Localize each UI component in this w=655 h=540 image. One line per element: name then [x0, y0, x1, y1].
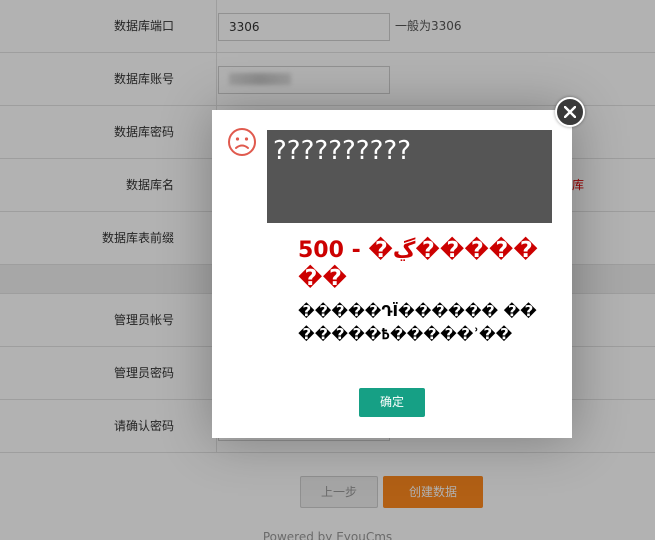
confirm-button[interactable]: 确定: [359, 388, 425, 417]
error-dialog: ?????????? 500 - �ڲ������� �����ԴΪ������…: [212, 97, 585, 438]
sad-face-icon: [227, 127, 257, 157]
garbled-header: ??????????: [267, 130, 552, 223]
error-title: 500 - �ڲ�������: [298, 238, 538, 291]
error-message: �����ԴΪ������ �������߿�����ʾ��: [298, 302, 537, 343]
close-icon[interactable]: [555, 97, 585, 127]
